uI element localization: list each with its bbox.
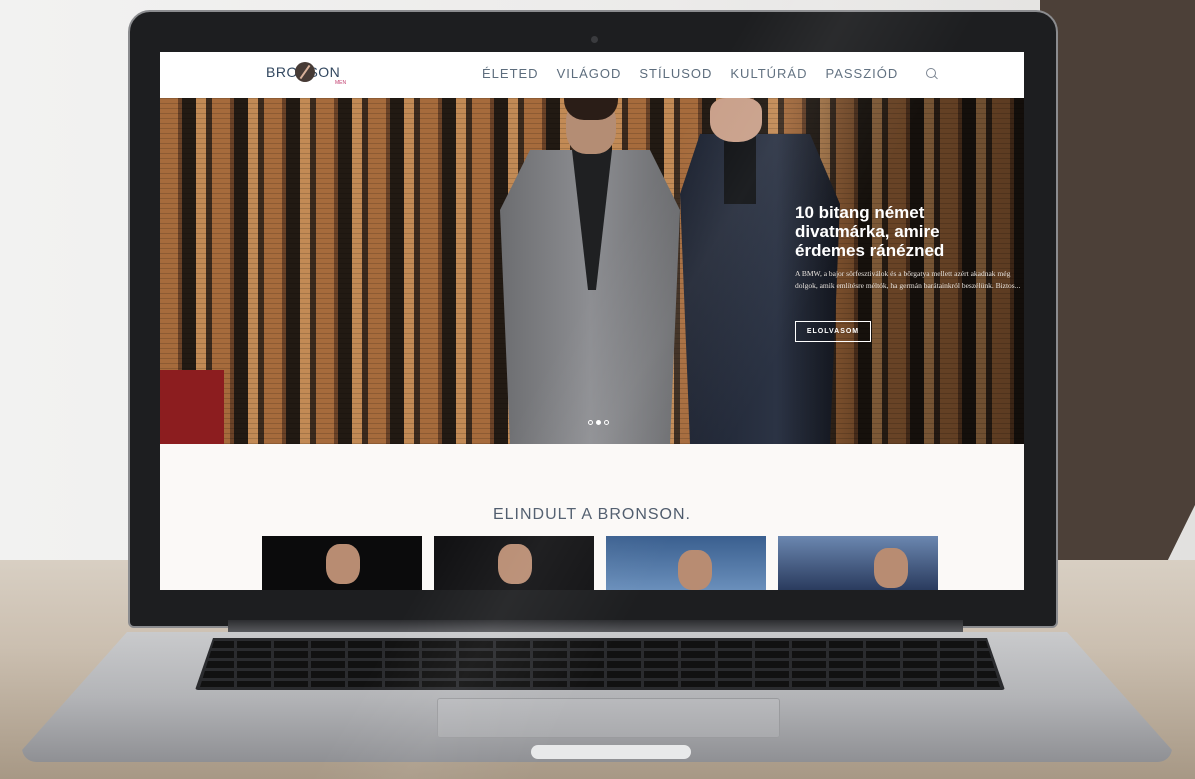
hero-slider: 10 bitang német divatmárka, amire érdeme… [160,98,1024,444]
logo-subtext: MEN [335,80,347,86]
search-icon[interactable] [926,68,936,78]
slider-dots [588,420,609,425]
thumbnail-person [678,550,712,590]
red-chair [160,370,224,444]
site-logo[interactable]: BRONSON MEN [266,62,350,88]
nav-item-kulturad[interactable]: KULTÚRÁD [730,66,807,81]
hero-title[interactable]: 10 bitang német divatmárka, amire érdeme… [795,203,1005,260]
nav-item-passziod[interactable]: PASSZIÓD [826,66,899,81]
article-thumbnails [262,536,938,590]
article-thumbnail[interactable] [434,536,594,590]
slider-dot[interactable] [604,420,609,425]
trackpad [437,698,780,738]
laptop-screen: BRONSON MEN ÉLETED VILÁGOD STÍLUSOD KULT… [160,52,1024,590]
turtleneck [724,134,756,204]
lid-notch [531,745,691,759]
read-more-button[interactable]: ELOLVASOM [795,321,871,342]
logo-mark-icon [295,62,315,82]
thumbnail-person [498,544,532,584]
keyboard-keys [200,641,1000,687]
hero-excerpt: A BMW, a bajor sörfesztiválok és a bőrga… [795,269,1021,290]
nav-item-vilagod[interactable]: VILÁGOD [557,66,622,81]
webcam [591,36,598,43]
hero-model-grey-suit [500,98,680,444]
model-head [710,98,762,142]
article-thumbnail[interactable] [262,536,422,590]
main-menu: ÉLETED VILÁGOD STÍLUSOD KULTÚRÁD PASSZIÓ… [482,66,898,81]
section-title: ELINDULT A BRONSON. [492,506,691,523]
nav-item-stilusod[interactable]: STÍLUSOD [639,66,712,81]
slider-dot[interactable] [588,420,593,425]
site-header: BRONSON MEN ÉLETED VILÁGOD STÍLUSOD KULT… [160,52,1024,98]
article-thumbnail[interactable] [778,536,938,590]
thumbnail-person [874,548,908,588]
nav-item-eleted[interactable]: ÉLETED [482,66,539,81]
slider-dot-active[interactable] [596,420,601,425]
article-thumbnail[interactable] [606,536,766,590]
thumbnail-person [326,544,360,584]
